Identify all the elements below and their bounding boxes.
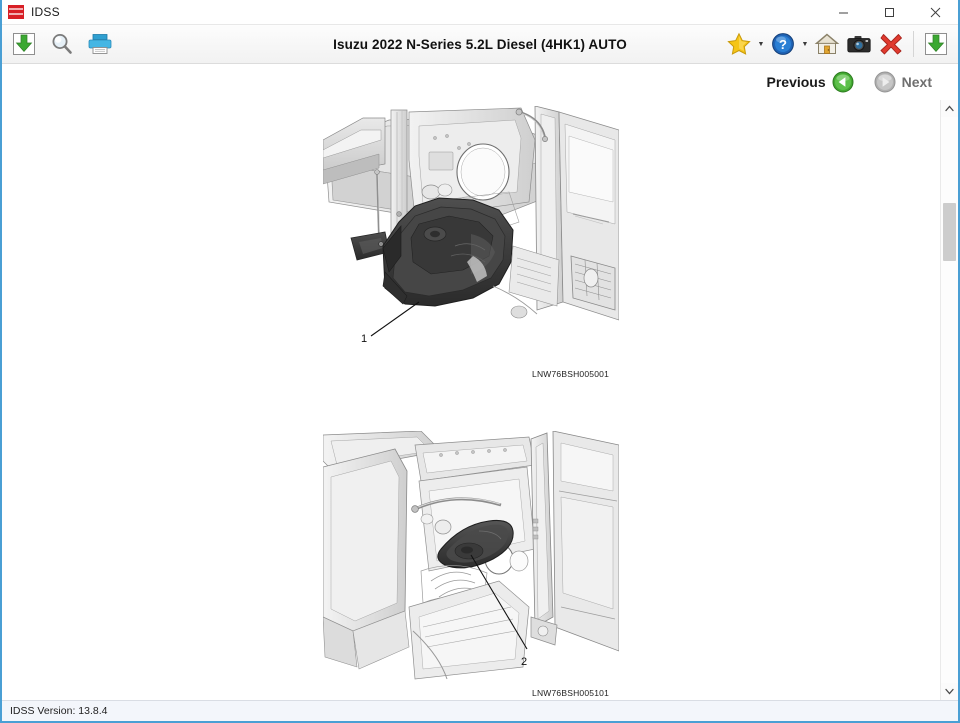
toolbar-divider xyxy=(913,31,914,57)
content-area: 1 LNW76BSH005001 xyxy=(2,100,958,700)
app-title: IDSS xyxy=(31,5,60,19)
download-icon[interactable] xyxy=(922,30,950,58)
search-icon[interactable] xyxy=(48,30,76,58)
close-red-x-icon[interactable] xyxy=(877,30,905,58)
vertical-scrollbar[interactable] xyxy=(940,100,958,700)
camera-icon[interactable] xyxy=(845,30,873,58)
toolbar-left-group xyxy=(10,30,114,58)
next-button[interactable] xyxy=(874,71,896,93)
previous-label: Previous xyxy=(767,74,826,90)
figure-1: 1 LNW76BSH005001 xyxy=(323,106,619,379)
callout-1-number: 1 xyxy=(361,333,367,345)
next-label: Next xyxy=(902,74,932,90)
minimize-button[interactable] xyxy=(820,0,866,24)
scroll-down-button[interactable] xyxy=(941,683,958,700)
close-button[interactable] xyxy=(912,0,958,24)
print-icon[interactable] xyxy=(86,30,114,58)
status-bar: IDSS Version: 13.8.4 xyxy=(2,700,958,721)
favorites-dropdown-caret[interactable]: ▼ xyxy=(757,41,765,48)
download-icon[interactable] xyxy=(10,30,38,58)
title-bar: IDSS xyxy=(2,0,958,25)
document-page: 1 LNW76BSH005001 xyxy=(2,100,940,698)
idss-application-window: IDSS xyxy=(0,0,960,723)
figure-1-illustration[interactable]: 1 xyxy=(323,106,619,364)
maximize-button[interactable] xyxy=(866,0,912,24)
previous-button[interactable] xyxy=(832,71,854,93)
main-toolbar: Isuzu 2022 N-Series 5.2L Diesel (4HK1) A… xyxy=(2,25,958,64)
callout-2-number: 2 xyxy=(521,656,527,668)
figure-2-illustration[interactable]: 2 xyxy=(323,431,619,683)
toolbar-right-group: ▼ ? ▼ xyxy=(725,30,950,58)
scrollbar-thumb[interactable] xyxy=(943,203,956,261)
scrollbar-track[interactable] xyxy=(941,117,958,683)
idss-logo-icon xyxy=(8,5,24,19)
document-viewport: 1 LNW76BSH005001 xyxy=(2,100,940,700)
help-icon[interactable]: ? xyxy=(769,30,797,58)
figure-2: 2 LNW76BSH005101 xyxy=(323,431,619,698)
figure-2-caption: LNW76BSH005101 xyxy=(323,683,619,698)
favorites-star-icon[interactable] xyxy=(725,30,753,58)
figure-1-caption: LNW76BSH005001 xyxy=(323,364,619,379)
scroll-up-button[interactable] xyxy=(941,100,958,117)
svg-text:?: ? xyxy=(779,37,787,52)
home-icon[interactable] xyxy=(813,30,841,58)
help-dropdown-caret[interactable]: ▼ xyxy=(801,41,809,48)
idss-version-label: IDSS Version: 13.8.4 xyxy=(10,705,107,717)
page-navigation-bar: Previous Next xyxy=(2,64,958,100)
window-controls xyxy=(820,0,958,24)
